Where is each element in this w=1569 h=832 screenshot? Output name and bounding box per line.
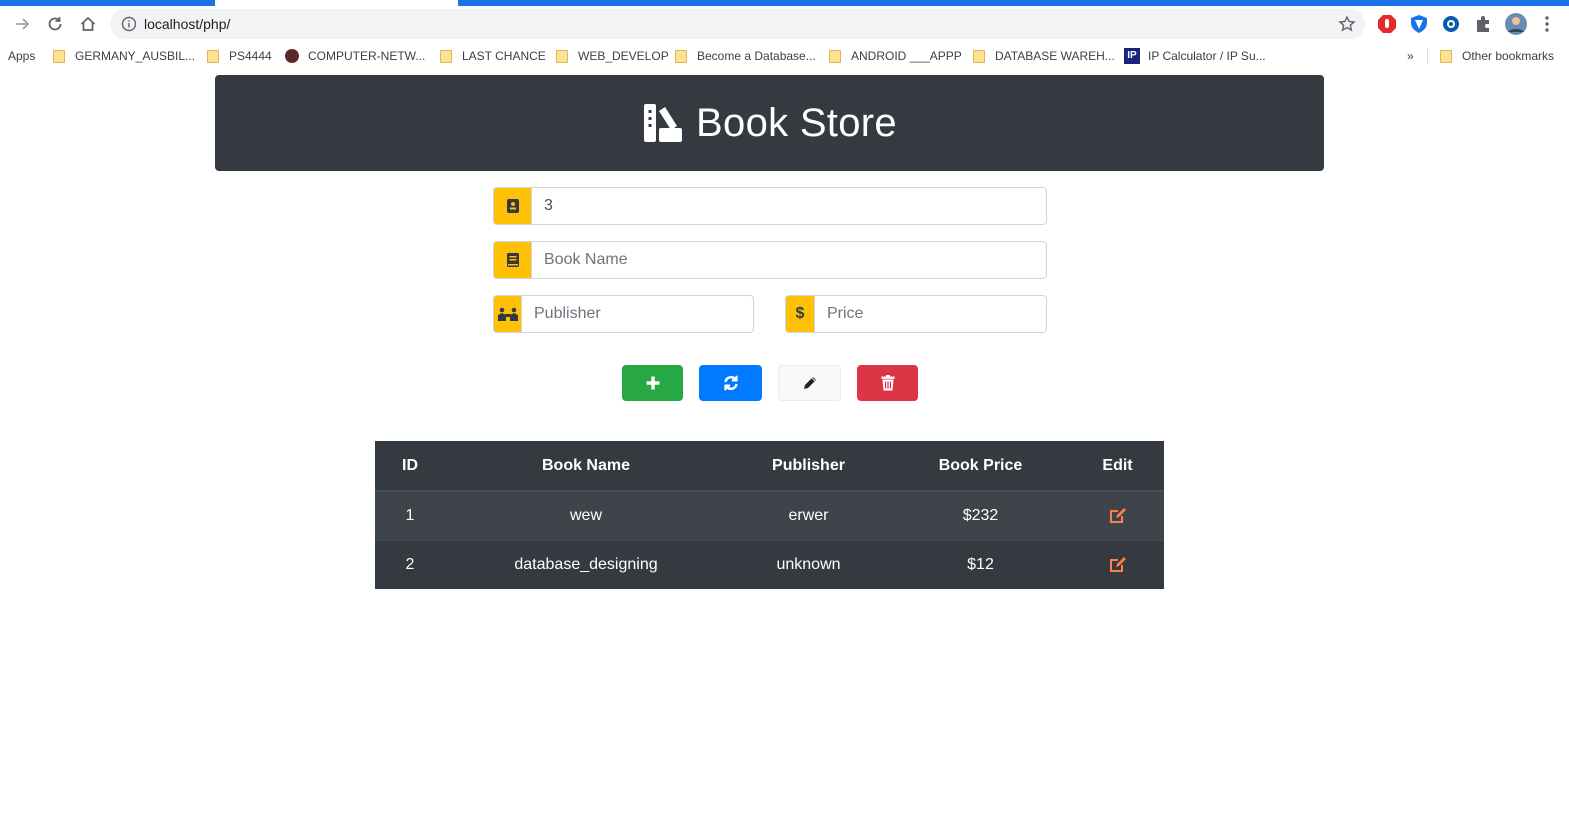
circle-extension-icon[interactable] bbox=[1441, 14, 1461, 34]
column-header-id: ID bbox=[375, 441, 445, 492]
edit-icon[interactable] bbox=[1108, 506, 1128, 526]
bookmark-star-icon[interactable] bbox=[1338, 15, 1356, 33]
bookmark-folder[interactable]: DATABASE WAREH... bbox=[973, 48, 1115, 64]
id-input[interactable] bbox=[531, 187, 1047, 225]
info-icon[interactable] bbox=[121, 16, 137, 32]
publisher-input-group bbox=[493, 295, 754, 333]
folder-icon bbox=[675, 49, 687, 63]
browser-toolbar: localhost/php/ bbox=[0, 6, 1569, 42]
folder-icon bbox=[440, 49, 452, 63]
folder-icon bbox=[1440, 49, 1452, 63]
bookmark-apps[interactable]: Apps bbox=[8, 48, 35, 64]
bookmark-link[interactable]: IP IP Calculator / IP Su... bbox=[1124, 48, 1266, 64]
cell-price: $12 bbox=[890, 539, 1071, 589]
cell-edit bbox=[1071, 490, 1164, 540]
update-button[interactable] bbox=[778, 365, 841, 401]
book-icon bbox=[493, 241, 531, 279]
plus-icon bbox=[646, 376, 659, 390]
column-header-book-name: Book Name bbox=[445, 441, 727, 492]
book-store-logo-icon bbox=[644, 104, 683, 142]
page-title: Book Store bbox=[696, 100, 897, 145]
cell-book-name: wew bbox=[445, 490, 727, 540]
book-name-input[interactable] bbox=[531, 241, 1047, 279]
bookmark-folder[interactable]: GERMANY_AUSBIL... bbox=[53, 48, 195, 64]
people-icon bbox=[493, 295, 521, 333]
column-header-book-price: Book Price bbox=[890, 441, 1071, 492]
price-input[interactable] bbox=[814, 295, 1047, 333]
id-badge-icon bbox=[493, 187, 531, 225]
address-bar[interactable]: localhost/php/ bbox=[110, 9, 1365, 39]
sync-icon bbox=[723, 375, 738, 391]
column-header-edit: Edit bbox=[1071, 441, 1164, 492]
site-favicon-icon bbox=[285, 49, 299, 63]
extensions-puzzle-icon[interactable] bbox=[1473, 14, 1493, 34]
bookmark-folder[interactable]: WEB_DEVELOP bbox=[556, 48, 669, 64]
column-header-publisher: Publisher bbox=[727, 441, 890, 492]
cell-edit bbox=[1071, 539, 1164, 589]
dollar-icon: $ bbox=[785, 295, 814, 333]
refresh-button[interactable] bbox=[699, 365, 762, 401]
trash-icon bbox=[881, 375, 894, 391]
ip-favicon-icon: IP bbox=[1124, 48, 1140, 64]
cell-id: 2 bbox=[375, 539, 445, 589]
more-bookmarks-button[interactable]: » bbox=[1407, 48, 1414, 64]
id-input-group bbox=[493, 187, 1047, 225]
home-icon[interactable] bbox=[76, 12, 100, 36]
book-name-input-group bbox=[493, 241, 1047, 279]
table-row: 2 database_designing unknown $12 bbox=[375, 539, 1164, 589]
folder-icon bbox=[973, 49, 985, 63]
publisher-input[interactable] bbox=[521, 295, 754, 333]
edit-icon[interactable] bbox=[1108, 555, 1128, 575]
folder-icon bbox=[53, 49, 65, 63]
table-header-row: ID Book Name Publisher Book Price Edit bbox=[375, 441, 1164, 492]
folder-icon bbox=[556, 49, 568, 63]
folder-icon bbox=[207, 49, 219, 63]
other-bookmarks-folder[interactable]: Other bookmarks bbox=[1440, 48, 1554, 64]
table-row: 1 wew erwer $232 bbox=[375, 490, 1164, 540]
shield-extension-icon[interactable] bbox=[1409, 14, 1429, 34]
cell-book-name: database_designing bbox=[445, 539, 727, 589]
folder-icon bbox=[829, 49, 841, 63]
profile-avatar[interactable] bbox=[1505, 13, 1527, 35]
bookmarks-divider bbox=[1427, 48, 1428, 64]
browser-menu-icon[interactable] bbox=[1537, 14, 1557, 34]
bookmarks-bar: Apps GERMANY_AUSBIL... PS4444 COMPUTER-N… bbox=[0, 42, 1569, 70]
bookmark-folder[interactable]: Become a Database... bbox=[675, 48, 816, 64]
forward-icon[interactable] bbox=[11, 12, 35, 36]
cell-id: 1 bbox=[375, 490, 445, 540]
bookmark-folder[interactable]: PS4444 bbox=[207, 48, 272, 64]
reload-icon[interactable] bbox=[43, 12, 67, 36]
pen-icon bbox=[803, 377, 816, 389]
cell-publisher: erwer bbox=[727, 490, 890, 540]
cell-publisher: unknown bbox=[727, 539, 890, 589]
bookmark-folder[interactable]: LAST CHANCE bbox=[440, 48, 546, 64]
bookmark-folder[interactable]: ANDROID ___APPP bbox=[829, 48, 962, 64]
cell-price: $232 bbox=[890, 490, 1071, 540]
page-header: Book Store bbox=[215, 75, 1324, 171]
adblock-extension-icon[interactable] bbox=[1377, 14, 1397, 34]
books-table: ID Book Name Publisher Book Price Edit 1… bbox=[375, 441, 1164, 589]
add-button[interactable] bbox=[622, 365, 683, 401]
url-text[interactable]: localhost/php/ bbox=[144, 16, 230, 32]
bookmark-link[interactable]: COMPUTER-NETW... bbox=[285, 48, 425, 64]
delete-button[interactable] bbox=[857, 365, 918, 401]
price-input-group: $ bbox=[785, 295, 1047, 333]
